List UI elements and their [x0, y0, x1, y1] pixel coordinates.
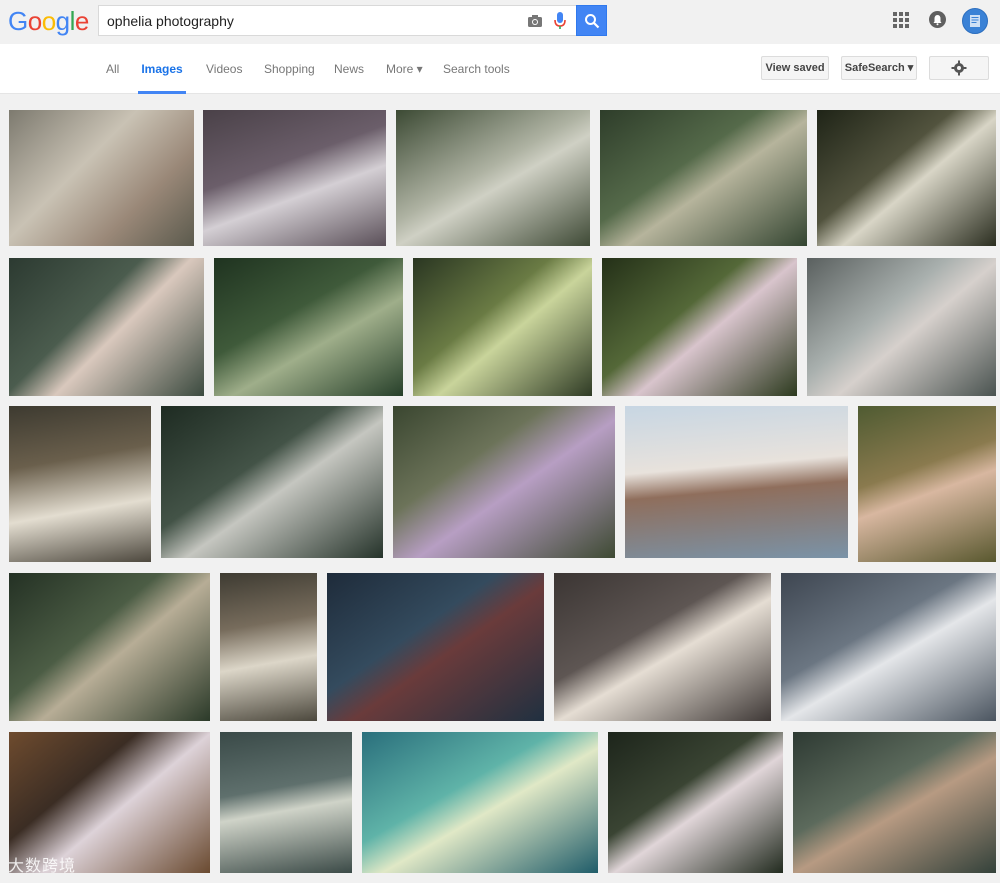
google-logo[interactable]: Google — [8, 6, 89, 37]
image-result[interactable] — [781, 573, 996, 721]
image-result[interactable] — [220, 573, 317, 721]
image-result[interactable] — [327, 573, 544, 721]
image-result[interactable] — [858, 406, 996, 562]
image-result[interactable] — [9, 258, 204, 396]
tab-search-tools[interactable]: Search tools — [443, 44, 510, 94]
search-icon — [584, 13, 599, 28]
image-result[interactable] — [602, 258, 797, 396]
image-result[interactable] — [600, 110, 807, 246]
notifications-icon[interactable] — [929, 11, 946, 28]
tab-all[interactable]: All — [106, 44, 119, 94]
image-result[interactable] — [793, 732, 996, 873]
image-result[interactable] — [9, 573, 210, 721]
safesearch-button[interactable]: SafeSearch ▾ — [841, 56, 917, 80]
search-button[interactable] — [576, 5, 607, 36]
settings-button[interactable] — [929, 56, 989, 80]
camera-icon[interactable] — [527, 13, 543, 29]
search-nav-bar: All Images Videos Shopping News More ▾ S… — [0, 44, 1000, 94]
view-saved-button[interactable]: View saved — [761, 56, 829, 80]
top-header: Google — [0, 0, 1000, 44]
search-input[interactable] — [107, 12, 507, 30]
image-result[interactable] — [9, 406, 151, 562]
image-result[interactable] — [161, 406, 383, 558]
image-result[interactable] — [220, 732, 352, 873]
image-result[interactable] — [625, 406, 848, 558]
image-result[interactable] — [807, 258, 996, 396]
account-avatar[interactable] — [962, 8, 988, 34]
tab-shopping[interactable]: Shopping — [264, 44, 315, 94]
image-result[interactable] — [554, 573, 771, 721]
tab-videos[interactable]: Videos — [206, 44, 242, 94]
tab-news[interactable]: News — [334, 44, 364, 94]
image-result[interactable] — [362, 732, 598, 873]
mic-icon[interactable] — [553, 11, 567, 31]
apps-grid-icon[interactable] — [893, 12, 909, 28]
image-result[interactable] — [203, 110, 386, 246]
image-result[interactable] — [817, 110, 996, 246]
image-result[interactable] — [214, 258, 403, 396]
image-result[interactable] — [413, 258, 592, 396]
image-result[interactable] — [608, 732, 783, 873]
tab-images[interactable]: Images — [138, 44, 186, 94]
gear-icon — [951, 60, 967, 76]
watermark-logo: 大数跨境 — [8, 856, 77, 875]
image-result[interactable] — [9, 110, 194, 246]
tab-more[interactable]: More ▾ — [386, 44, 423, 94]
image-result[interactable] — [393, 406, 615, 558]
search-box — [98, 5, 576, 36]
image-result[interactable] — [396, 110, 590, 246]
